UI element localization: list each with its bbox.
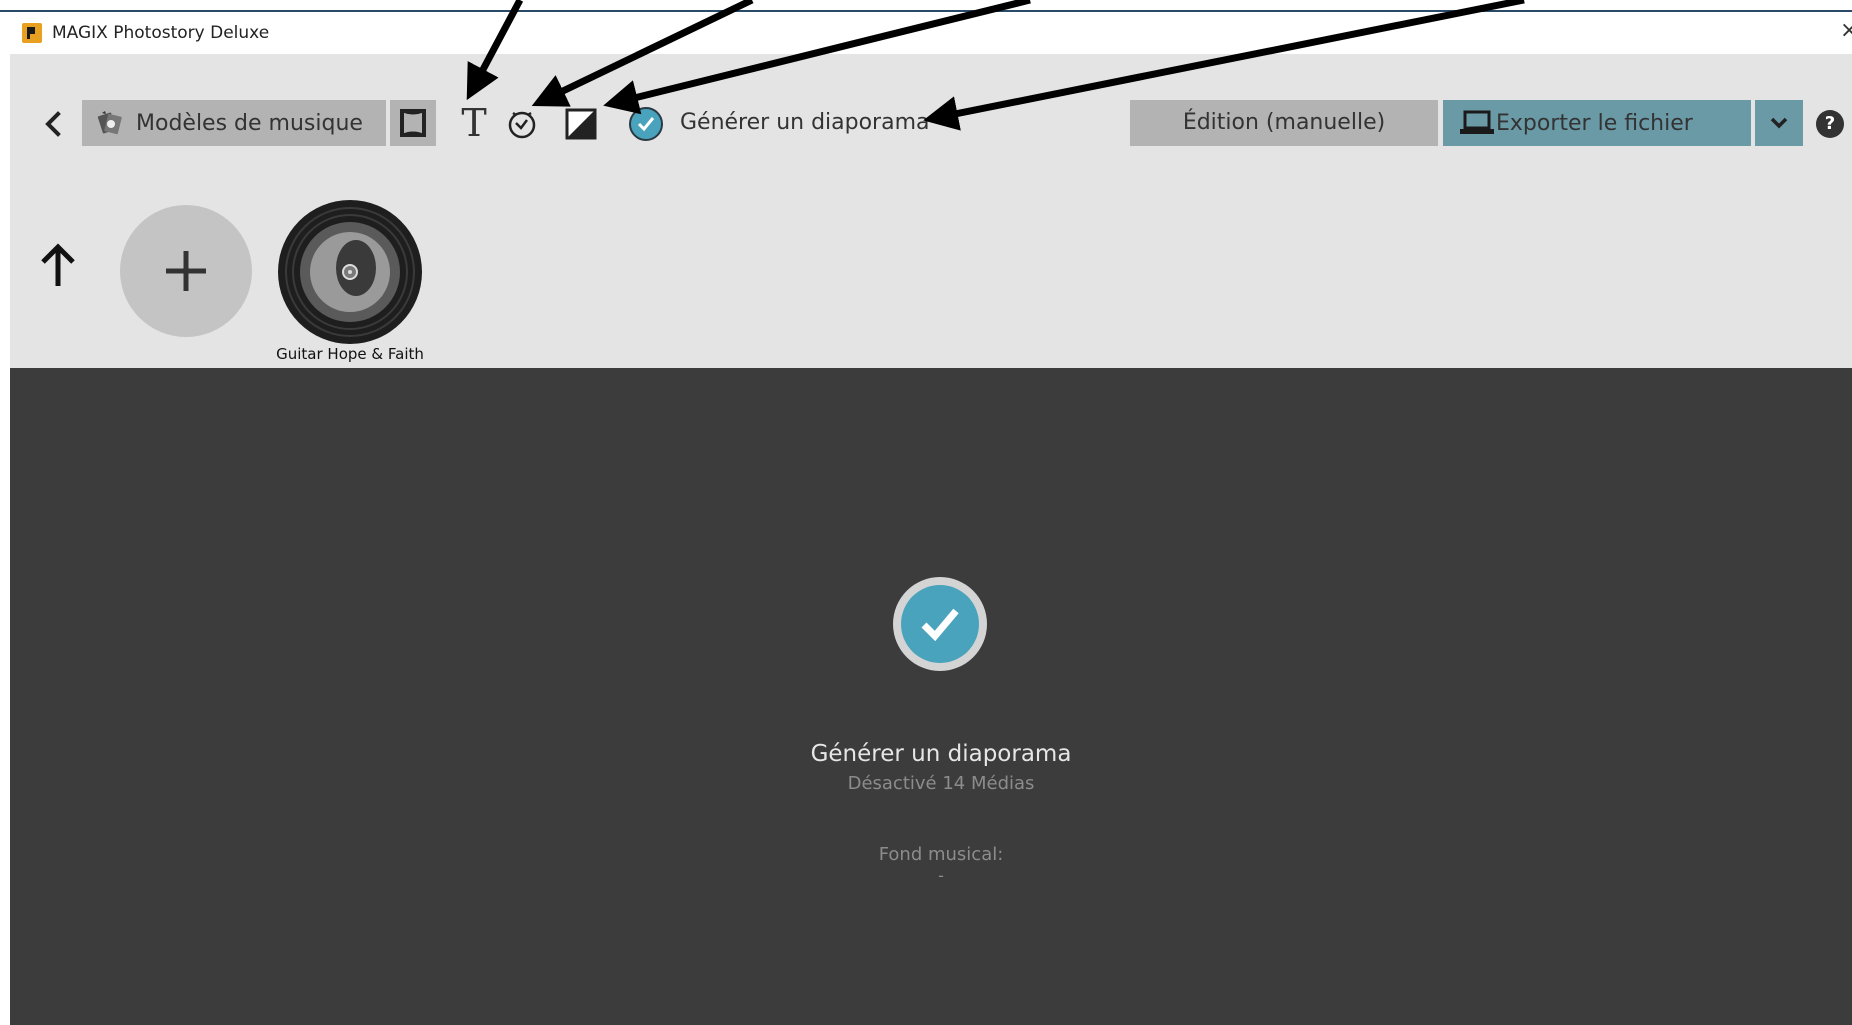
panel-subtitle: Désactivé 14 Médias: [847, 773, 1035, 794]
up-arrow-icon[interactable]: [38, 240, 78, 290]
music-templates-button[interactable]: Modèles de musique: [82, 100, 386, 146]
music-templates-label: Modèles de musique: [136, 111, 363, 136]
app-logo-icon: [22, 23, 42, 43]
background-music-label: Fond musical:: [878, 844, 1004, 865]
export-file-button[interactable]: Exporter le fichier: [1443, 100, 1751, 146]
toolbar: Modèles de musique T Générer un diaporam…: [10, 54, 1852, 368]
vinyl-record-icon[interactable]: [276, 198, 424, 346]
export-dropdown-button[interactable]: [1755, 100, 1803, 146]
add-music-button[interactable]: [120, 205, 252, 337]
check-circle-icon: [893, 577, 987, 671]
chevron-down-icon: [1770, 117, 1788, 129]
clock-icon[interactable]: [504, 106, 540, 142]
music-templates-icon: [97, 111, 122, 135]
manual-edit-button[interactable]: Édition (manuelle): [1130, 100, 1438, 146]
panel-title: Générer un diaporama: [810, 741, 1072, 767]
frame-button[interactable]: [390, 100, 436, 146]
help-button[interactable]: ?: [1816, 110, 1844, 138]
title-bar: MAGIX Photostory Deluxe ×: [10, 12, 1852, 54]
contrast-icon[interactable]: [564, 107, 598, 141]
frame-icon: [400, 109, 426, 137]
music-item-label: Guitar Hope & Faith: [276, 345, 424, 363]
laptop-icon: [1460, 110, 1494, 134]
window-title: MAGIX Photostory Deluxe: [52, 23, 270, 43]
background-music-value: -: [938, 866, 944, 885]
preview-panel: Générer un diaporama Désactivé 14 Médias…: [10, 368, 1852, 1025]
top-strip: [0, 0, 1852, 12]
chevron-left-icon[interactable]: [40, 106, 64, 142]
check-circle-icon[interactable]: [628, 106, 664, 142]
export-file-label: Exporter le fichier: [1496, 111, 1693, 136]
text-tool-button[interactable]: T: [454, 98, 494, 148]
close-button[interactable]: ×: [1840, 18, 1852, 43]
generate-slideshow-label[interactable]: Générer un diaporama: [680, 110, 930, 135]
plus-icon: [166, 251, 206, 291]
